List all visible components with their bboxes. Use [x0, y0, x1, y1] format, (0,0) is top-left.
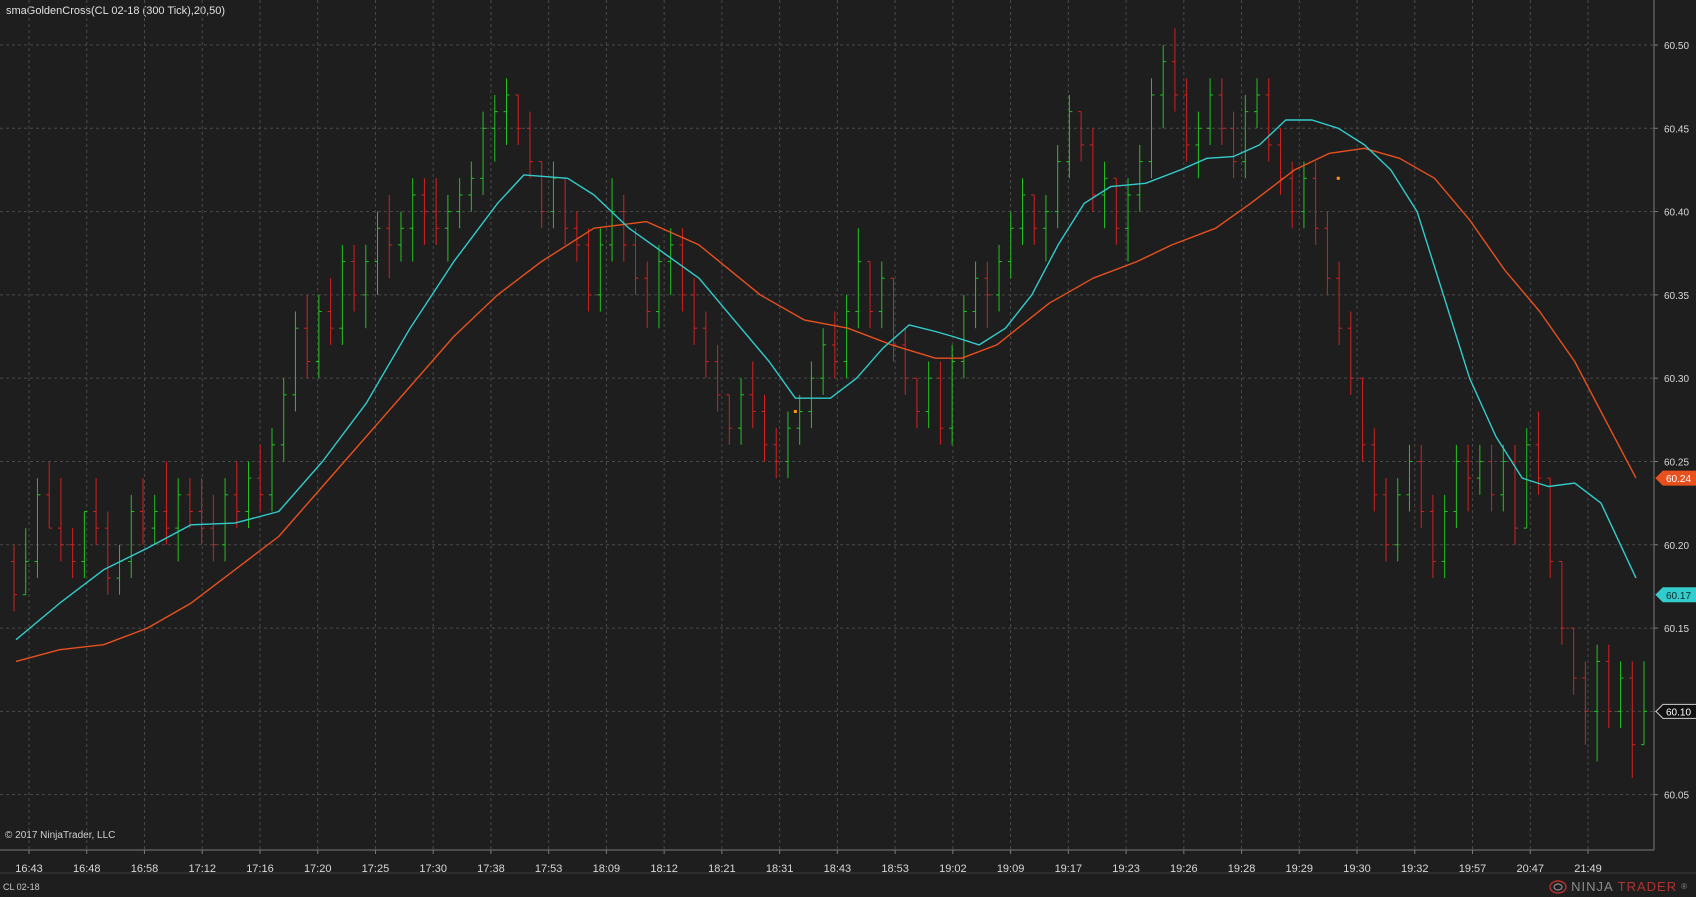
time-tick-label: 17:38: [477, 863, 505, 875]
time-tick-label: 16:43: [15, 863, 43, 875]
time-tick-label: 17:25: [362, 863, 390, 875]
logo-trader-text: TRADER: [1617, 879, 1678, 894]
time-tick-label: 19:32: [1401, 863, 1429, 875]
price-chart[interactable]: 60.05 60.10 60.15 60.20 60.25 60.30 60.35 60.40…: [0, 0, 1696, 897]
time-tick-label: 16:58: [131, 863, 159, 875]
price-tick-label: 60.50: [1664, 41, 1689, 52]
price-tick-label: 60.15: [1664, 624, 1689, 635]
time-tick-label: 20:47: [1516, 863, 1544, 875]
price-marker-label: 60.10: [1666, 707, 1691, 718]
ninjatrader-logo: NINJA TRADER ®: [1549, 879, 1688, 894]
signal-dot: [1336, 176, 1340, 180]
time-tick-label: 19:30: [1343, 863, 1371, 875]
price-tick-label: 60.25: [1664, 457, 1689, 468]
time-tick-label: 18:21: [708, 863, 736, 875]
time-tick-label: 19:26: [1170, 863, 1198, 875]
price-tick-label: 60.45: [1664, 124, 1689, 135]
price-marker-label: 60.17: [1666, 591, 1691, 602]
time-tick-label: 19:28: [1228, 863, 1256, 875]
price-tick-label: 60.05: [1664, 791, 1689, 802]
time-tick-label: 17:30: [419, 863, 447, 875]
time-tick-label: 18:31: [766, 863, 794, 875]
copyright-text: © 2017 NinjaTrader, LLC: [5, 830, 116, 841]
ninja-logo-icon: [1549, 879, 1567, 894]
time-tick-label: 17:20: [304, 863, 332, 875]
price-marker-label: 60.24: [1666, 474, 1691, 485]
sma-fast-line: [15, 119, 1637, 641]
time-tick-label: 19:17: [1055, 863, 1083, 875]
logo-ninja-text: NINJA: [1571, 879, 1614, 894]
time-tick-label: 19:23: [1112, 863, 1140, 875]
price-tick-label: 60.30: [1664, 374, 1689, 385]
price-tick-label: 60.35: [1664, 291, 1689, 302]
time-tick-label: 19:09: [997, 863, 1025, 875]
time-tick-label: 18:09: [593, 863, 621, 875]
signal-dot: [793, 410, 797, 414]
time-tick-label: 17:12: [188, 863, 216, 875]
time-tick-label: 18:43: [824, 863, 852, 875]
time-tick-label: 19:57: [1459, 863, 1487, 875]
time-tick-label: 17:53: [535, 863, 563, 875]
instrument-label: CL 02-18: [3, 882, 40, 892]
sma-slow-line: [15, 147, 1637, 663]
time-tick-label: 17:16: [246, 863, 274, 875]
time-tick-label: 16:48: [73, 863, 101, 875]
price-tick-label: 60.20: [1664, 541, 1689, 552]
time-tick-label: 18:12: [650, 863, 678, 875]
time-tick-label: 18:53: [881, 863, 909, 875]
time-tick-label: 21:49: [1574, 863, 1602, 875]
time-tick-label: 19:29: [1286, 863, 1314, 875]
price-tick-label: 60.40: [1664, 208, 1689, 219]
time-tick-label: 19:02: [939, 863, 967, 875]
logo-registered-mark: ®: [1681, 882, 1688, 891]
